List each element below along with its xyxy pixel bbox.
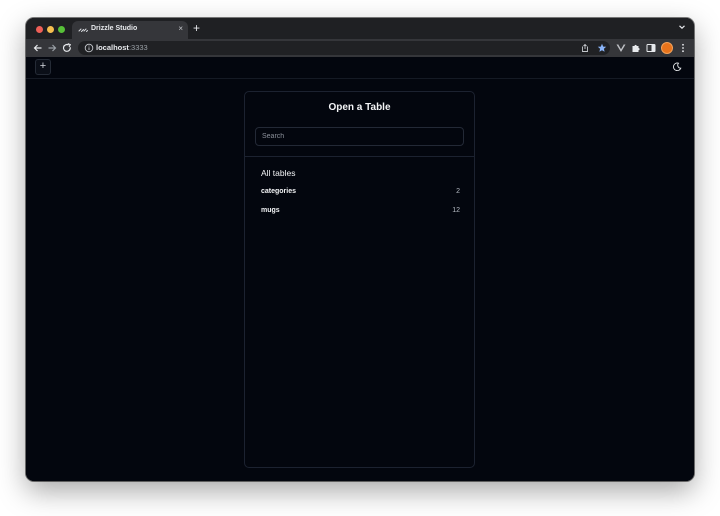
url-host: localhost (96, 43, 129, 52)
vue-extension-icon[interactable] (615, 42, 627, 54)
maximize-window-button[interactable] (58, 26, 65, 33)
new-tab-button[interactable]: + (193, 21, 200, 35)
tab-strip: Drizzle Studio × + (26, 18, 694, 39)
browser-toolbar: localhost:3333 (26, 39, 694, 57)
minimize-window-button[interactable] (47, 26, 54, 33)
tab-drizzle-studio[interactable]: Drizzle Studio × (72, 21, 188, 39)
info-icon[interactable] (84, 43, 94, 53)
drizzle-favicon-icon (78, 28, 88, 32)
side-panel-icon[interactable] (645, 42, 657, 54)
table-row[interactable]: categories 2 (255, 184, 464, 200)
table-name: mugs (261, 207, 280, 214)
app-topbar: + (26, 57, 694, 79)
table-name: categories (261, 188, 297, 195)
tab-close-button[interactable]: × (178, 24, 183, 34)
url-text: localhost:3333 (96, 43, 148, 52)
panel-title: Open a Table (328, 102, 391, 113)
drizzle-studio-app: + Open a Table All tables categories 2 m… (26, 57, 694, 481)
table-count: 12 (452, 207, 460, 214)
address-bar[interactable]: localhost:3333 (78, 41, 610, 55)
open-table-panel: Open a Table All tables categories 2 mug… (244, 91, 475, 468)
browser-window: Drizzle Studio × + localhost:3333 + Open… (26, 18, 694, 481)
chevron-down-icon[interactable] (677, 22, 687, 32)
section-title: All tables (261, 168, 296, 178)
more-icon[interactable] (677, 42, 689, 54)
forward-icon[interactable] (46, 42, 58, 54)
puzzle-extension-icon[interactable] (630, 42, 642, 54)
table-count: 2 (456, 188, 460, 195)
url-port: :3333 (128, 43, 148, 52)
share-icon[interactable] (580, 43, 590, 53)
tab-title: Drizzle Studio (91, 25, 138, 32)
table-row[interactable]: mugs 12 (255, 203, 464, 219)
add-button[interactable]: + (35, 59, 51, 75)
back-icon[interactable] (32, 42, 44, 54)
profile-avatar[interactable] (661, 42, 673, 54)
reload-icon[interactable] (61, 42, 73, 54)
search-input[interactable] (255, 127, 464, 146)
divider (245, 156, 474, 157)
close-window-button[interactable] (36, 26, 43, 33)
star-icon[interactable] (597, 43, 607, 53)
moon-icon[interactable] (672, 62, 682, 72)
